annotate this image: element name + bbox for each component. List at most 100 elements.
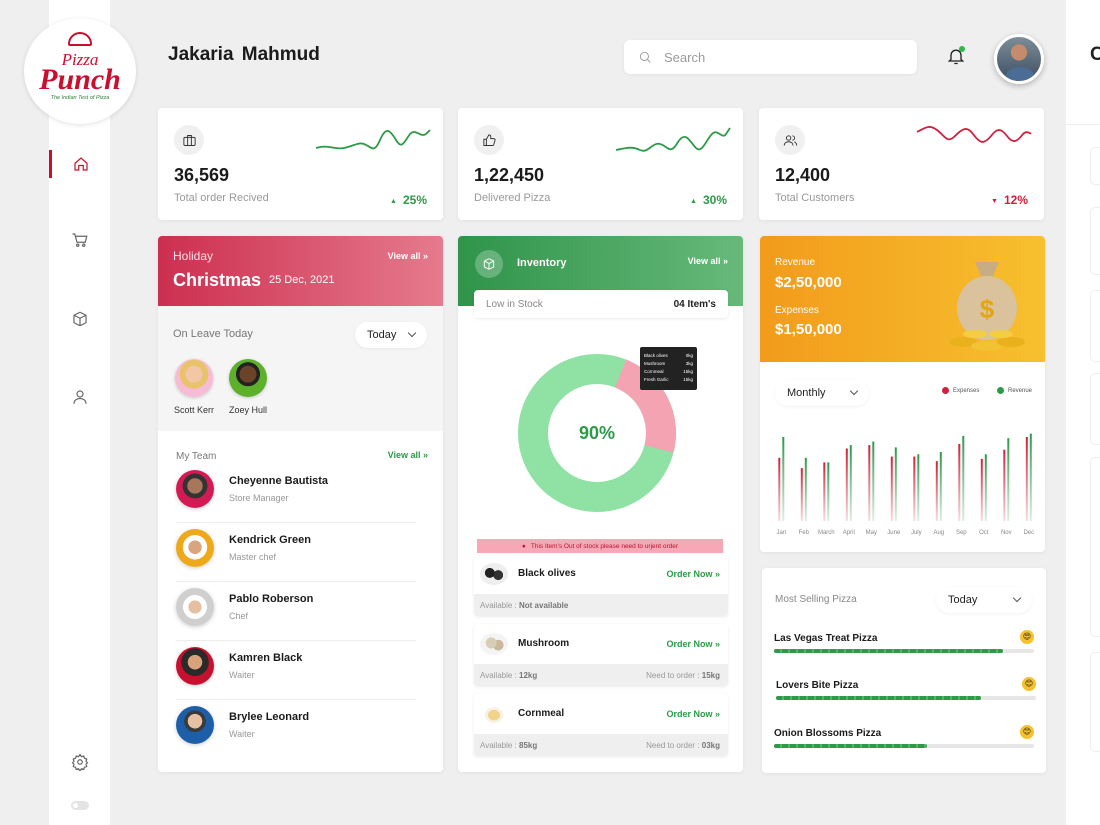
revenue-card: Revenue $2,50,000 Expenses $1,50,000 $ M…	[760, 236, 1045, 552]
avatar	[176, 706, 214, 744]
nav-profile[interactable]	[49, 383, 110, 411]
bar-revenue	[939, 452, 942, 521]
revenue-label: Revenue	[775, 257, 816, 268]
member-role: Chef	[229, 611, 249, 621]
inventory-view-all-link[interactable]: View all »	[688, 256, 728, 266]
popularity-bar	[774, 744, 1034, 748]
legend-revenue: Revenue	[997, 387, 1032, 394]
selling-period-dropdown[interactable]: Today	[936, 587, 1032, 613]
bar-revenue	[1029, 433, 1032, 521]
item-availability: Available : Not available	[480, 601, 569, 610]
smile-emoji-icon: 😊	[1022, 677, 1036, 691]
holiday-date: 25 Dec, 2021	[269, 274, 335, 286]
leave-person[interactable]: Zoey Hull	[220, 359, 276, 415]
x-tick-label: Sep	[956, 530, 967, 536]
theme-toggle[interactable]	[71, 801, 89, 810]
member-role: Store Manager	[229, 493, 289, 503]
leave-filter-dropdown[interactable]: Today	[355, 322, 427, 348]
brand-tagline: The Indian Test of Pizza	[50, 94, 110, 101]
revenue-value: $2,50,000	[775, 274, 842, 291]
member-name: Kendrick Green	[229, 534, 311, 546]
page-title: Jakaria Mahmud	[168, 44, 320, 65]
low-stock-label: Low in Stock	[486, 298, 543, 310]
team-member[interactable]: Kamren Black Waiter	[176, 642, 416, 700]
pizza-row[interactable]: Onion Blossoms Pizza 😊	[774, 725, 1034, 748]
nav-settings[interactable]	[49, 748, 110, 776]
user-avatar[interactable]	[994, 34, 1044, 84]
thumbs-up-icon	[474, 125, 504, 155]
bar-expenses	[1003, 449, 1006, 521]
bar-revenue	[782, 437, 785, 521]
stat-card-delivered: 1,22,450 Delivered Pizza ▲ 30%	[458, 108, 743, 220]
bar-expenses	[778, 457, 781, 522]
bar-revenue	[917, 454, 920, 521]
brand-logo[interactable]: Pizza Punch The Indian Test of Pizza	[24, 18, 136, 124]
team-member[interactable]: Kendrick Green Master chef	[176, 524, 416, 582]
user-icon	[72, 390, 87, 404]
revenue-period-dropdown[interactable]: Monthly	[775, 380, 869, 406]
item-availability: Available : 85kg	[480, 741, 538, 750]
stat-card-customers: 12,400 Total Customers ▼ 12%	[759, 108, 1044, 220]
avatar	[176, 529, 214, 567]
nav-inventory[interactable]	[49, 305, 110, 333]
tooltip-row: Cornmeal 15kg	[644, 369, 693, 374]
member-name: Cheyenne Bautista	[229, 475, 329, 487]
avatar	[176, 647, 214, 685]
order-now-button[interactable]: Order Now »	[666, 639, 720, 649]
order-now-button[interactable]: Order Now »	[666, 569, 720, 579]
notifications-button[interactable]	[946, 46, 968, 68]
nav-home[interactable]	[49, 150, 110, 178]
nav-cart[interactable]	[49, 226, 110, 254]
inventory-item: Mushroom Order Now » Available : 12kg Ne…	[474, 624, 728, 686]
right-panel-block	[1090, 147, 1100, 185]
x-tick-label: May	[866, 530, 877, 536]
bar-revenue	[872, 441, 875, 521]
holiday-view-all-link[interactable]: View all »	[388, 251, 428, 261]
chevron-down-icon	[1012, 593, 1022, 603]
holiday-name: Christmas	[173, 270, 262, 290]
arrow-up-icon: ▲	[690, 198, 697, 205]
revenue-banner: Revenue $2,50,000 Expenses $1,50,000 $	[760, 236, 1045, 362]
popularity-bar	[776, 696, 1036, 700]
cornmeal-icon	[480, 703, 508, 725]
order-now-button[interactable]: Order Now »	[666, 709, 720, 719]
search-input[interactable]	[664, 49, 884, 65]
inventory-item: Black olives Order Now » Available : Not…	[474, 554, 728, 616]
item-name: Mushroom	[518, 638, 570, 649]
member-name: Kamren Black	[229, 652, 303, 664]
smile-emoji-icon: 😊	[1020, 725, 1034, 739]
stat-card-orders: 36,569 Total order Recived ▲ 25%	[158, 108, 443, 220]
out-of-stock-warning: ● This Item's Out of stock please need to…	[477, 539, 723, 553]
team-member[interactable]: Cheyenne Bautista Store Manager	[176, 465, 416, 523]
bar-expenses	[958, 444, 961, 521]
avatar	[229, 359, 267, 397]
stat-change: ▼ 12%	[991, 193, 1028, 207]
avatar	[175, 359, 213, 397]
team-view-all-link[interactable]: View all »	[388, 450, 428, 460]
search-bar[interactable]	[624, 40, 917, 74]
pizza-row[interactable]: Lovers Bite Pizza 😊	[776, 677, 1036, 700]
x-tick-label: June	[887, 530, 901, 536]
popularity-fill	[774, 744, 928, 748]
leave-person[interactable]: Scott Kerr	[166, 359, 222, 415]
right-panel-block	[1090, 207, 1100, 275]
holiday-label: Holiday	[173, 249, 214, 263]
bar-revenue	[804, 457, 807, 522]
stat-change: ▲ 25%	[390, 193, 427, 207]
brand-line2: Punch	[39, 62, 121, 96]
search-icon	[639, 51, 651, 63]
tooltip-row: Mushroom 3kg	[644, 361, 693, 366]
item-need-to-order: Need to order : 15kg	[646, 671, 720, 680]
chef-hat-icon	[68, 32, 92, 46]
team-member[interactable]: Pablo Roberson Chef	[176, 583, 416, 641]
stock-tooltip: Black olives 0kg Mushroom 3kg Cornmeal 15kg…	[640, 347, 697, 390]
pizza-row[interactable]: Las Vegas Treat Pizza 😍	[774, 630, 1034, 653]
stat-change: ▲ 30%	[690, 193, 727, 207]
bar-expenses	[935, 461, 938, 521]
low-stock-bar: Low in Stock 04 Item's	[474, 290, 728, 318]
double-chevron-right-icon: »	[722, 256, 728, 266]
double-chevron-right-icon: »	[422, 251, 428, 261]
expenses-value: $1,50,000	[775, 321, 842, 338]
team-member[interactable]: Brylee Leonard Waiter	[176, 701, 416, 759]
bar-revenue	[962, 435, 965, 521]
